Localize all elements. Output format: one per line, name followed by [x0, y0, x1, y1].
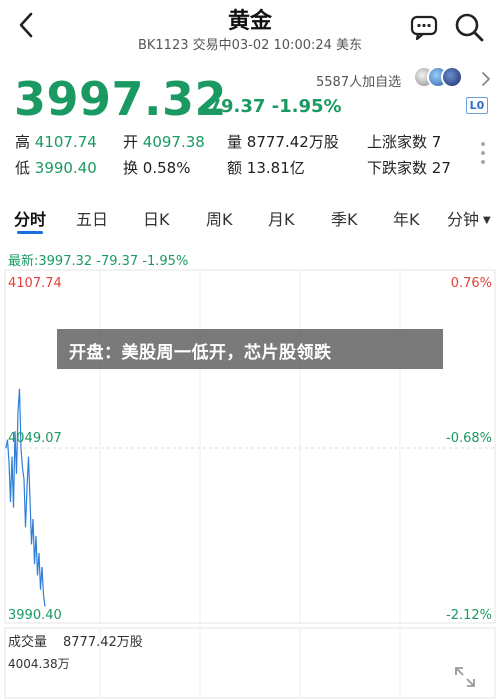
tab-monthly-k[interactable]: 月K [268, 206, 295, 230]
chat-bubble-icon [410, 15, 438, 41]
stat-label: 高 [15, 133, 31, 151]
stat-label: 额 [227, 159, 243, 177]
avatar [441, 66, 463, 88]
period-tabs: 分时 五日 日K 周K 月K 季K 年K 分钟 ▼ [0, 198, 500, 238]
volume-max: 4004.38万 [8, 657, 70, 671]
tab-five-day[interactable]: 五日 [76, 206, 108, 230]
stat-value: 7 [431, 133, 442, 151]
current-price: 3997.32 [14, 72, 228, 126]
more-vertical-icon [481, 142, 485, 164]
stat-rising: 上涨家数 7 [367, 131, 441, 152]
stat-amount: 额 13.81亿 [227, 157, 305, 178]
stat-label: 换 [123, 159, 139, 177]
y-axis-mid: 4049.07 [8, 431, 62, 446]
active-tab-indicator [17, 231, 43, 234]
tab-intraday[interactable]: 分时 [14, 206, 46, 230]
volume-label: 成交量 [8, 635, 48, 650]
stat-low: 低 3990.40 [15, 157, 97, 178]
expand-stats-button[interactable] [477, 140, 489, 166]
stat-value: 3990.40 [34, 159, 97, 177]
y-axis-high: 4107.74 [8, 276, 62, 291]
tab-yearly-k[interactable]: 年K [393, 206, 420, 230]
stat-open: 开 4097.38 [123, 131, 205, 152]
level-badge: L0 [466, 97, 488, 114]
y-axis-low: 3990.40 [8, 608, 62, 623]
stat-value: 13.81亿 [246, 159, 305, 177]
pct-axis-high: 0.76% [450, 276, 492, 291]
stat-label: 量 [227, 133, 243, 151]
stat-falling: 下跌家数 27 [367, 157, 451, 178]
chart-info: 最新:3997.32 -79.37 -1.95% [8, 254, 189, 269]
stat-high: 高 4107.74 [15, 131, 97, 152]
tab-minute[interactable]: 分钟 ▼ [447, 206, 491, 230]
tab-weekly-k[interactable]: 周K [206, 206, 233, 230]
fullscreen-button[interactable] [452, 664, 478, 690]
pct-axis-low: -2.12% [446, 608, 492, 623]
news-banner[interactable]: 开盘：美股周一低开，芯片股领跌 [57, 329, 443, 369]
search-button[interactable] [452, 10, 486, 44]
news-headline: 开盘：美股周一低开，芯片股领跌 [69, 343, 332, 363]
stat-volume: 量 8777.42万股 [227, 131, 339, 152]
stat-label: 上涨家数 [367, 133, 428, 151]
price-change: -79.37 -1.95% [201, 96, 342, 117]
chevron-right-icon [482, 72, 490, 86]
stat-value: 4107.74 [34, 133, 97, 151]
tab-daily-k[interactable]: 日K [143, 206, 170, 230]
volume-value: 8777.42万股 [63, 635, 143, 650]
price-line [5, 388, 46, 607]
watchlist-count[interactable]: 5587人加自选 [316, 71, 401, 90]
stat-label: 下跌家数 [367, 159, 428, 177]
stat-value: 27 [431, 159, 451, 177]
stat-value: 0.58% [142, 159, 191, 177]
stat-label: 开 [123, 133, 139, 151]
search-icon [455, 13, 484, 42]
chat-button[interactable] [407, 12, 441, 42]
tab-minute-label: 分钟 [447, 210, 480, 229]
expand-icon [455, 667, 475, 687]
stat-label: 低 [15, 159, 31, 177]
watcher-avatars[interactable] [413, 66, 473, 88]
caret-down-icon: ▼ [483, 215, 491, 226]
header: 黄金 BK1123 交易中03-02 10:00:24 美东 [0, 0, 500, 62]
stat-turnover: 换 0.58% [123, 157, 190, 178]
stat-value: 4097.38 [142, 133, 205, 151]
stat-value: 8777.42万股 [246, 133, 339, 151]
pct-axis-mid: -0.68% [446, 431, 492, 446]
tab-quarterly-k[interactable]: 季K [331, 206, 358, 230]
more-button[interactable] [478, 70, 494, 88]
chart-frame [4, 269, 496, 624]
